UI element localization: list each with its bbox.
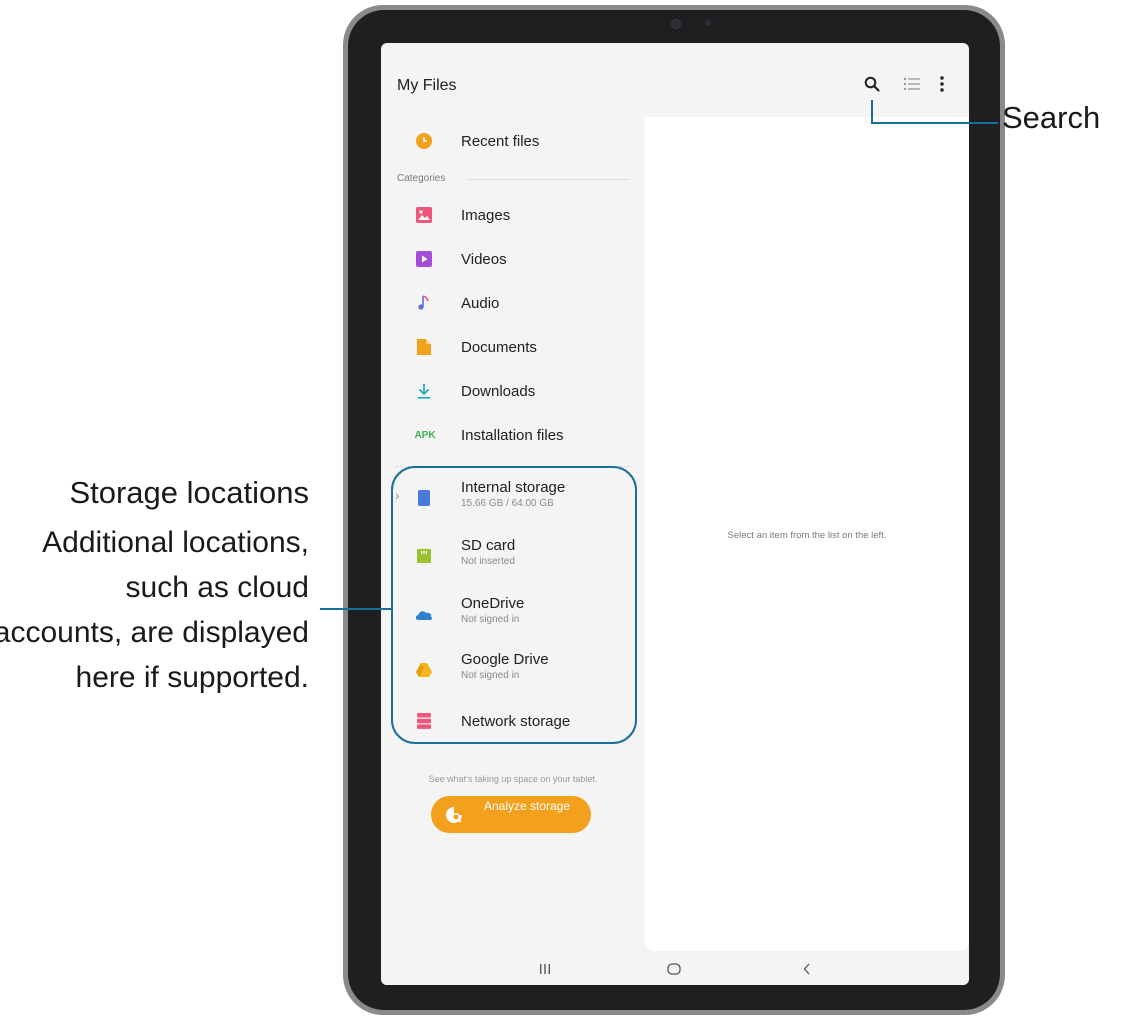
- recent-apps-icon[interactable]: [535, 959, 555, 979]
- app-title: My Files: [397, 77, 457, 94]
- clock-icon: [415, 132, 433, 150]
- front-camera: [671, 19, 681, 29]
- recent-files-item[interactable]: Recent files: [381, 121, 645, 161]
- search-icon[interactable]: [861, 73, 883, 95]
- document-icon: [415, 338, 433, 356]
- category-label: Installation files: [461, 426, 564, 444]
- detail-panel: Select an item from the list on the left…: [645, 117, 969, 951]
- category-item-installation-files[interactable]: APK Installation files: [381, 415, 645, 455]
- categories-heading: Categories: [397, 173, 446, 184]
- storage-callout-title: Storage locations: [69, 475, 309, 510]
- category-label: Videos: [461, 250, 507, 268]
- category-label: Downloads: [461, 382, 536, 400]
- apk-icon: APK: [414, 429, 436, 441]
- storage-highlight-box: [391, 466, 637, 744]
- search-callout-line: [871, 100, 873, 124]
- image-icon: [415, 206, 433, 224]
- music-note-icon: [415, 294, 433, 312]
- recent-files-label: Recent files: [461, 132, 540, 150]
- category-item-downloads[interactable]: Downloads: [381, 371, 645, 411]
- category-item-documents[interactable]: Documents: [381, 327, 645, 367]
- home-icon[interactable]: [664, 959, 684, 979]
- download-icon: [415, 382, 433, 400]
- video-icon: [415, 250, 433, 268]
- storage-hint: See what's taking up space on your table…: [428, 774, 598, 784]
- category-label: Audio: [461, 294, 500, 312]
- search-callout-line: [871, 122, 998, 124]
- system-navigation-bar: [381, 951, 969, 985]
- list-view-icon[interactable]: [901, 73, 923, 95]
- more-options-icon[interactable]: [931, 73, 953, 95]
- storage-callout-description: Additional locations, such as cloud acco…: [0, 526, 309, 694]
- analyze-storage-label: Analyze storage: [483, 799, 571, 813]
- analyze-storage-button[interactable]: Analyze storage: [431, 796, 591, 833]
- sensor: [705, 20, 711, 26]
- app-bar: My Files: [381, 43, 969, 117]
- back-icon[interactable]: [797, 959, 817, 979]
- categories-divider: [469, 179, 629, 180]
- category-item-videos[interactable]: Videos: [381, 239, 645, 279]
- empty-state-message: Select an item from the list on the left…: [727, 530, 887, 541]
- search-callout-label: Search: [1002, 100, 1101, 135]
- category-label: Images: [461, 206, 511, 224]
- analyze-icon: [445, 806, 463, 824]
- category-item-images[interactable]: Images: [381, 195, 645, 235]
- category-item-audio[interactable]: Audio: [381, 283, 645, 323]
- storage-callout-line: [320, 608, 391, 610]
- category-label: Documents: [461, 338, 537, 356]
